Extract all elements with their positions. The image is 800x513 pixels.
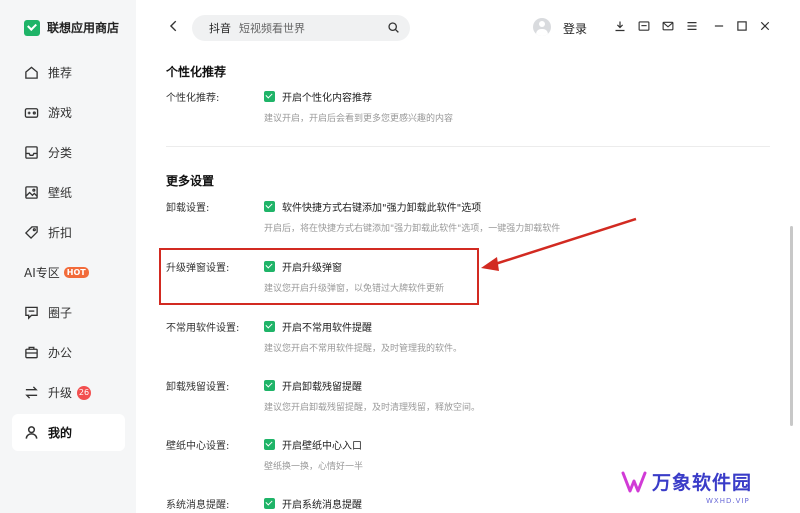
minimize-icon[interactable]: [712, 19, 726, 33]
scrollbar[interactable]: [790, 226, 793, 426]
option-label: 开启不常用软件提醒: [282, 323, 372, 334]
uninstall-label: 卸载设置:: [166, 203, 210, 214]
sidebar-item-label: AI专区: [24, 266, 60, 280]
personal-option[interactable]: 开启个性化内容推荐: [264, 89, 372, 104]
close-icon[interactable]: [758, 19, 772, 33]
sidebar-item-mine[interactable]: 我的: [12, 414, 125, 451]
unused-hint: 建议您开启不常用软件提醒，及时管理我的软件。: [264, 344, 463, 354]
system-msg-option[interactable]: 开启系统消息提醒: [264, 496, 362, 511]
section-title-more: 更多设置: [166, 174, 215, 188]
search-placeholder: 短视频看世界: [239, 22, 305, 35]
mail-icon[interactable]: [661, 19, 675, 33]
sidebar-item-label: 升级: [48, 386, 73, 400]
sidebar-item-label: 推荐: [48, 66, 73, 80]
highlight-box: [159, 248, 479, 305]
user-icon: [24, 425, 39, 440]
briefcase-icon: [24, 345, 39, 360]
checkbox[interactable]: [264, 91, 275, 102]
settings-content: 个性化推荐 个性化推荐: 开启个性化内容推荐 建议开启，开启后会看到更多您更感兴…: [136, 54, 786, 513]
checkbox[interactable]: [264, 439, 275, 450]
watermark-logo-icon: [621, 471, 647, 492]
checkbox[interactable]: [264, 380, 275, 391]
store-logo-icon: [24, 19, 40, 36]
checkbox[interactable]: [264, 321, 275, 332]
app-logo: 联想应用商店: [24, 19, 119, 36]
sidebar-item-games[interactable]: 游戏: [12, 94, 125, 131]
option-label: 开启壁纸中心入口: [282, 441, 362, 452]
sidebar-item-label: 分类: [48, 146, 73, 160]
wallpaper-option[interactable]: 开启壁纸中心入口: [264, 437, 362, 452]
personal-label: 个性化推荐:: [166, 93, 220, 104]
update-count-badge: 26: [77, 385, 92, 400]
search-input[interactable]: 抖音 短视频看世界: [192, 15, 410, 41]
sidebar-item-upgrade[interactable]: 升级 26: [12, 374, 125, 411]
section-title-personal: 个性化推荐: [166, 65, 227, 79]
sidebar-item-label: 办公: [48, 346, 73, 360]
sidebar-item-discount[interactable]: 折扣: [12, 214, 125, 251]
back-icon[interactable]: [166, 18, 182, 34]
option-label: 开启卸载残留提醒: [282, 382, 362, 393]
option-label: 软件快捷方式右键添加"强力卸载此软件"选项: [282, 203, 482, 214]
option-label: 开启系统消息提醒: [282, 500, 362, 511]
checkbox[interactable]: [264, 498, 275, 509]
unused-label: 不常用软件设置:: [166, 323, 240, 334]
sidebar-item-label: 圈子: [48, 306, 73, 320]
search-icon[interactable]: [387, 21, 401, 35]
sidebar-item-category[interactable]: 分类: [12, 134, 125, 171]
watermark-subtext: WXHD.VIP: [706, 497, 750, 505]
sidebar-item-label: 游戏: [48, 106, 73, 120]
inbox-icon: [24, 145, 39, 160]
menu-icon[interactable]: [685, 19, 699, 33]
maximize-icon[interactable]: [735, 19, 749, 33]
system-msg-label: 系统消息提醒:: [166, 500, 230, 511]
search-keyword: 抖音: [209, 22, 231, 35]
sidebar-item-recommend[interactable]: 推荐: [12, 54, 125, 91]
sidebar-item-office[interactable]: 办公: [12, 334, 125, 371]
option-label: 开启个性化内容推荐: [282, 93, 372, 104]
residue-label: 卸载残留设置:: [166, 382, 230, 393]
top-bar: 抖音 短视频看世界 登录: [136, 0, 800, 54]
home-icon: [24, 65, 39, 80]
watermark-text: 万象软件园: [652, 472, 753, 494]
swap-icon: [24, 385, 39, 400]
residue-option[interactable]: 开启卸载残留提醒: [264, 378, 362, 393]
uninstall-option[interactable]: 软件快捷方式右键添加"强力卸载此软件"选项: [264, 199, 481, 214]
gamepad-icon: [24, 105, 39, 120]
app-title: 联想应用商店: [47, 21, 120, 35]
download-icon[interactable]: [613, 19, 627, 33]
sidebar-item-label: 壁纸: [48, 186, 73, 200]
sidebar-item-label: 折扣: [48, 226, 73, 240]
sidebar: 联想应用商店 推荐 游戏 分类 壁纸 折扣 AI专区 HOT 圈子 办公 升级 …: [0, 0, 136, 513]
residue-hint: 建议您开启卸载残留提醒，及时清理残留，释放空间。: [264, 403, 481, 413]
chat-icon: [24, 305, 39, 320]
sidebar-item-label: 我的: [48, 426, 73, 440]
login-link[interactable]: 登录: [563, 20, 587, 37]
sidebar-nav: 推荐 游戏 分类 壁纸 折扣 AI专区 HOT 圈子 办公 升级 26 我的: [12, 54, 125, 454]
wallpaper-label: 壁纸中心设置:: [166, 441, 230, 452]
image-icon: [24, 185, 39, 200]
avatar[interactable]: [533, 18, 551, 36]
unused-option[interactable]: 开启不常用软件提醒: [264, 319, 372, 334]
wallpaper-hint: 壁纸换一换，心情好一半: [264, 462, 364, 472]
divider: [166, 146, 770, 147]
screen-icon[interactable]: [637, 19, 651, 33]
personal-hint: 建议开启，开启后会看到更多您更感兴趣的内容: [264, 114, 454, 124]
sidebar-item-ai[interactable]: AI专区 HOT: [12, 254, 125, 291]
uninstall-hint: 开启后，将在快捷方式右键添加"强力卸载此软件"选项，一键强力卸载软件: [264, 224, 561, 234]
checkbox[interactable]: [264, 201, 275, 212]
tag-icon: [24, 225, 39, 240]
sidebar-item-circle[interactable]: 圈子: [12, 294, 125, 331]
sidebar-item-wallpaper[interactable]: 壁纸: [12, 174, 125, 211]
hot-badge: HOT: [63, 267, 89, 278]
watermark: 万象软件园: [620, 468, 752, 495]
